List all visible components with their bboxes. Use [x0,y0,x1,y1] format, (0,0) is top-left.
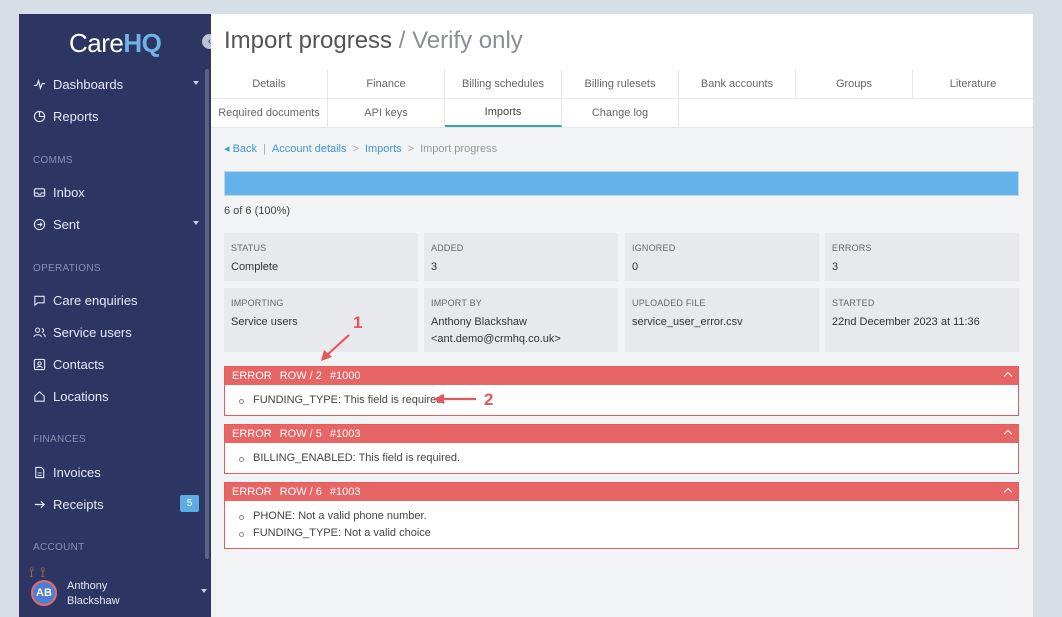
error-message: FUNDING_TYPE: Not a valid choice [239,525,1018,542]
sidebar-item-label: Service users [53,324,132,340]
sidebar-item-invoices[interactable]: Invoices [33,460,199,484]
page-title: Import progress / Verify only [224,27,523,54]
annotation-arrow-2 [433,394,476,404]
stat-card-uploaded-file: UPLOADED FILE service_user_error.csv [625,288,819,352]
tab-billing-schedules[interactable]: Billing schedules [445,70,562,98]
receipts-count-badge: 5 [180,495,199,512]
sidebar-item-contacts[interactable]: Contacts [33,352,199,376]
sidebar-item-reports[interactable]: Reports [33,104,199,128]
users-icon [33,327,46,337]
sidebar-item-care-enquiries[interactable]: Care enquiries [33,288,199,312]
tab-imports[interactable]: Imports [445,99,562,127]
tab-groups[interactable]: Groups [796,70,913,98]
chat-icon [34,295,45,306]
error-header[interactable]: ERROR ROW / 5 #1003 [225,425,1018,443]
tab-finance[interactable]: Finance [328,70,445,98]
sidebar-item-sent[interactable]: Sent [33,212,199,236]
chevron-down-icon [201,589,207,593]
stat-card-started: STARTED 22nd December 2023 at 11:36 [825,288,1019,352]
tab-literature[interactable]: Literature [913,70,1033,98]
sidebar-item-dashboards[interactable]: Dashboards [33,72,199,96]
sidebar-scrollbar[interactable] [205,69,209,559]
annotation-number-2: 2 [484,390,494,409]
back-link[interactable]: ◂ Back [224,143,257,155]
antlers-icon: ⟟⟟ [29,564,52,580]
breadcrumb-account-details[interactable]: Account details [272,143,347,155]
tab-details[interactable]: Details [211,70,328,98]
sidebar-item-label: Locations [53,388,109,404]
inbox-icon [33,187,46,197]
sidebar-item-label: Reports [53,108,99,124]
sidebar-item-label: Care enquiries [53,292,138,308]
breadcrumb-current: Import progress [420,143,498,155]
user-menu[interactable]: ⟟⟟ AB Anthony Blackshaw [29,564,207,608]
chevron-down-icon [193,81,199,85]
progress-text: 6 of 6 (100%) [224,205,291,217]
error-message: BILLING_ENABLED: This field is required. [239,450,1018,467]
file-icon [35,466,45,478]
annotation-arrow-1 [321,334,350,361]
chevron-up-icon[interactable] [1003,371,1013,381]
stat-card-import-by: IMPORT BY Anthony Blackshaw <ant.demo@crmh… [424,288,618,352]
section-finances: FINANCES [33,434,86,445]
user-name: Anthony Blackshaw [67,580,120,607]
sidebar-item-locations[interactable]: Locations [33,384,199,408]
error-panel: ERROR ROW / 2 #1000 FUNDING_TYPE: This fie… [224,366,1019,416]
home-icon [34,390,45,402]
section-account: ACCOUNT [33,542,85,553]
stat-card-ignored: IGNORED 0 [625,233,819,281]
section-comms: COMMS [33,155,73,166]
error-message: PHONE: Not a valid phone number. [239,508,1018,525]
avatar: AB [31,580,57,606]
contact-card-icon [33,358,46,370]
carehq-logo[interactable]: CareHQ [69,28,162,59]
sidebar: CareHQ ‹ Dashboards Reports COMMS Inbox … [19,14,217,617]
stat-card-errors: ERRORS 3 [825,233,1019,281]
progress-bar [224,171,1019,196]
sidebar-item-receipts[interactable]: Receipts 5 [33,492,199,516]
chevron-up-icon[interactable] [1003,429,1013,439]
sidebar-item-label: Dashboards [53,76,124,92]
error-header[interactable]: ERROR ROW / 6 #1003 [225,483,1018,501]
sidebar-item-label: Contacts [53,356,105,372]
breadcrumb: ◂ Back | Account details > Imports > Import pr… [224,143,498,155]
section-operations: OPERATIONS [33,263,101,274]
sidebar-item-label: Sent [53,216,80,232]
error-panel: ERROR ROW / 5 #1003 BILLING_ENABLED: This … [224,424,1019,474]
arrow-circle-icon [33,218,46,230]
error-panel: ERROR ROW / 6 #1003 PHONE: Not a valid pho… [224,482,1019,549]
sidebar-item-label: Inbox [53,184,85,200]
tab-change-log[interactable]: Change log [562,99,679,127]
pie-chart-icon [33,110,46,122]
tab-required-documents[interactable]: Required documents [211,99,328,127]
progress-fill [225,172,1018,195]
error-header[interactable]: ERROR ROW / 2 #1000 [225,367,1018,385]
sidebar-item-service-users[interactable]: Service users [33,320,199,344]
stat-card-status: STATUS Complete [224,233,418,281]
annotation-number-1: 1 [353,313,363,332]
sidebar-item-label: Receipts [53,496,104,512]
tab-api-keys[interactable]: API keys [328,99,445,127]
sidebar-item-label: Invoices [53,464,101,480]
breadcrumb-imports[interactable]: Imports [365,143,402,155]
sidebar-item-inbox[interactable]: Inbox [33,180,199,204]
stat-card-added: ADDED 3 [424,233,618,281]
chevron-down-icon [193,221,199,225]
error-message: FUNDING_TYPE: This field is required. [239,392,1018,409]
page-header: Import progress / Verify only Details Fi… [211,14,1033,128]
tab-bank-accounts[interactable]: Bank accounts [679,70,796,98]
main-content: Import progress / Verify only Details Fi… [211,14,1033,617]
activity-icon [33,78,46,90]
tab-billing-rulesets[interactable]: Billing rulesets [562,70,679,98]
arrow-right-icon [34,500,45,508]
chevron-up-icon[interactable] [1003,487,1013,497]
